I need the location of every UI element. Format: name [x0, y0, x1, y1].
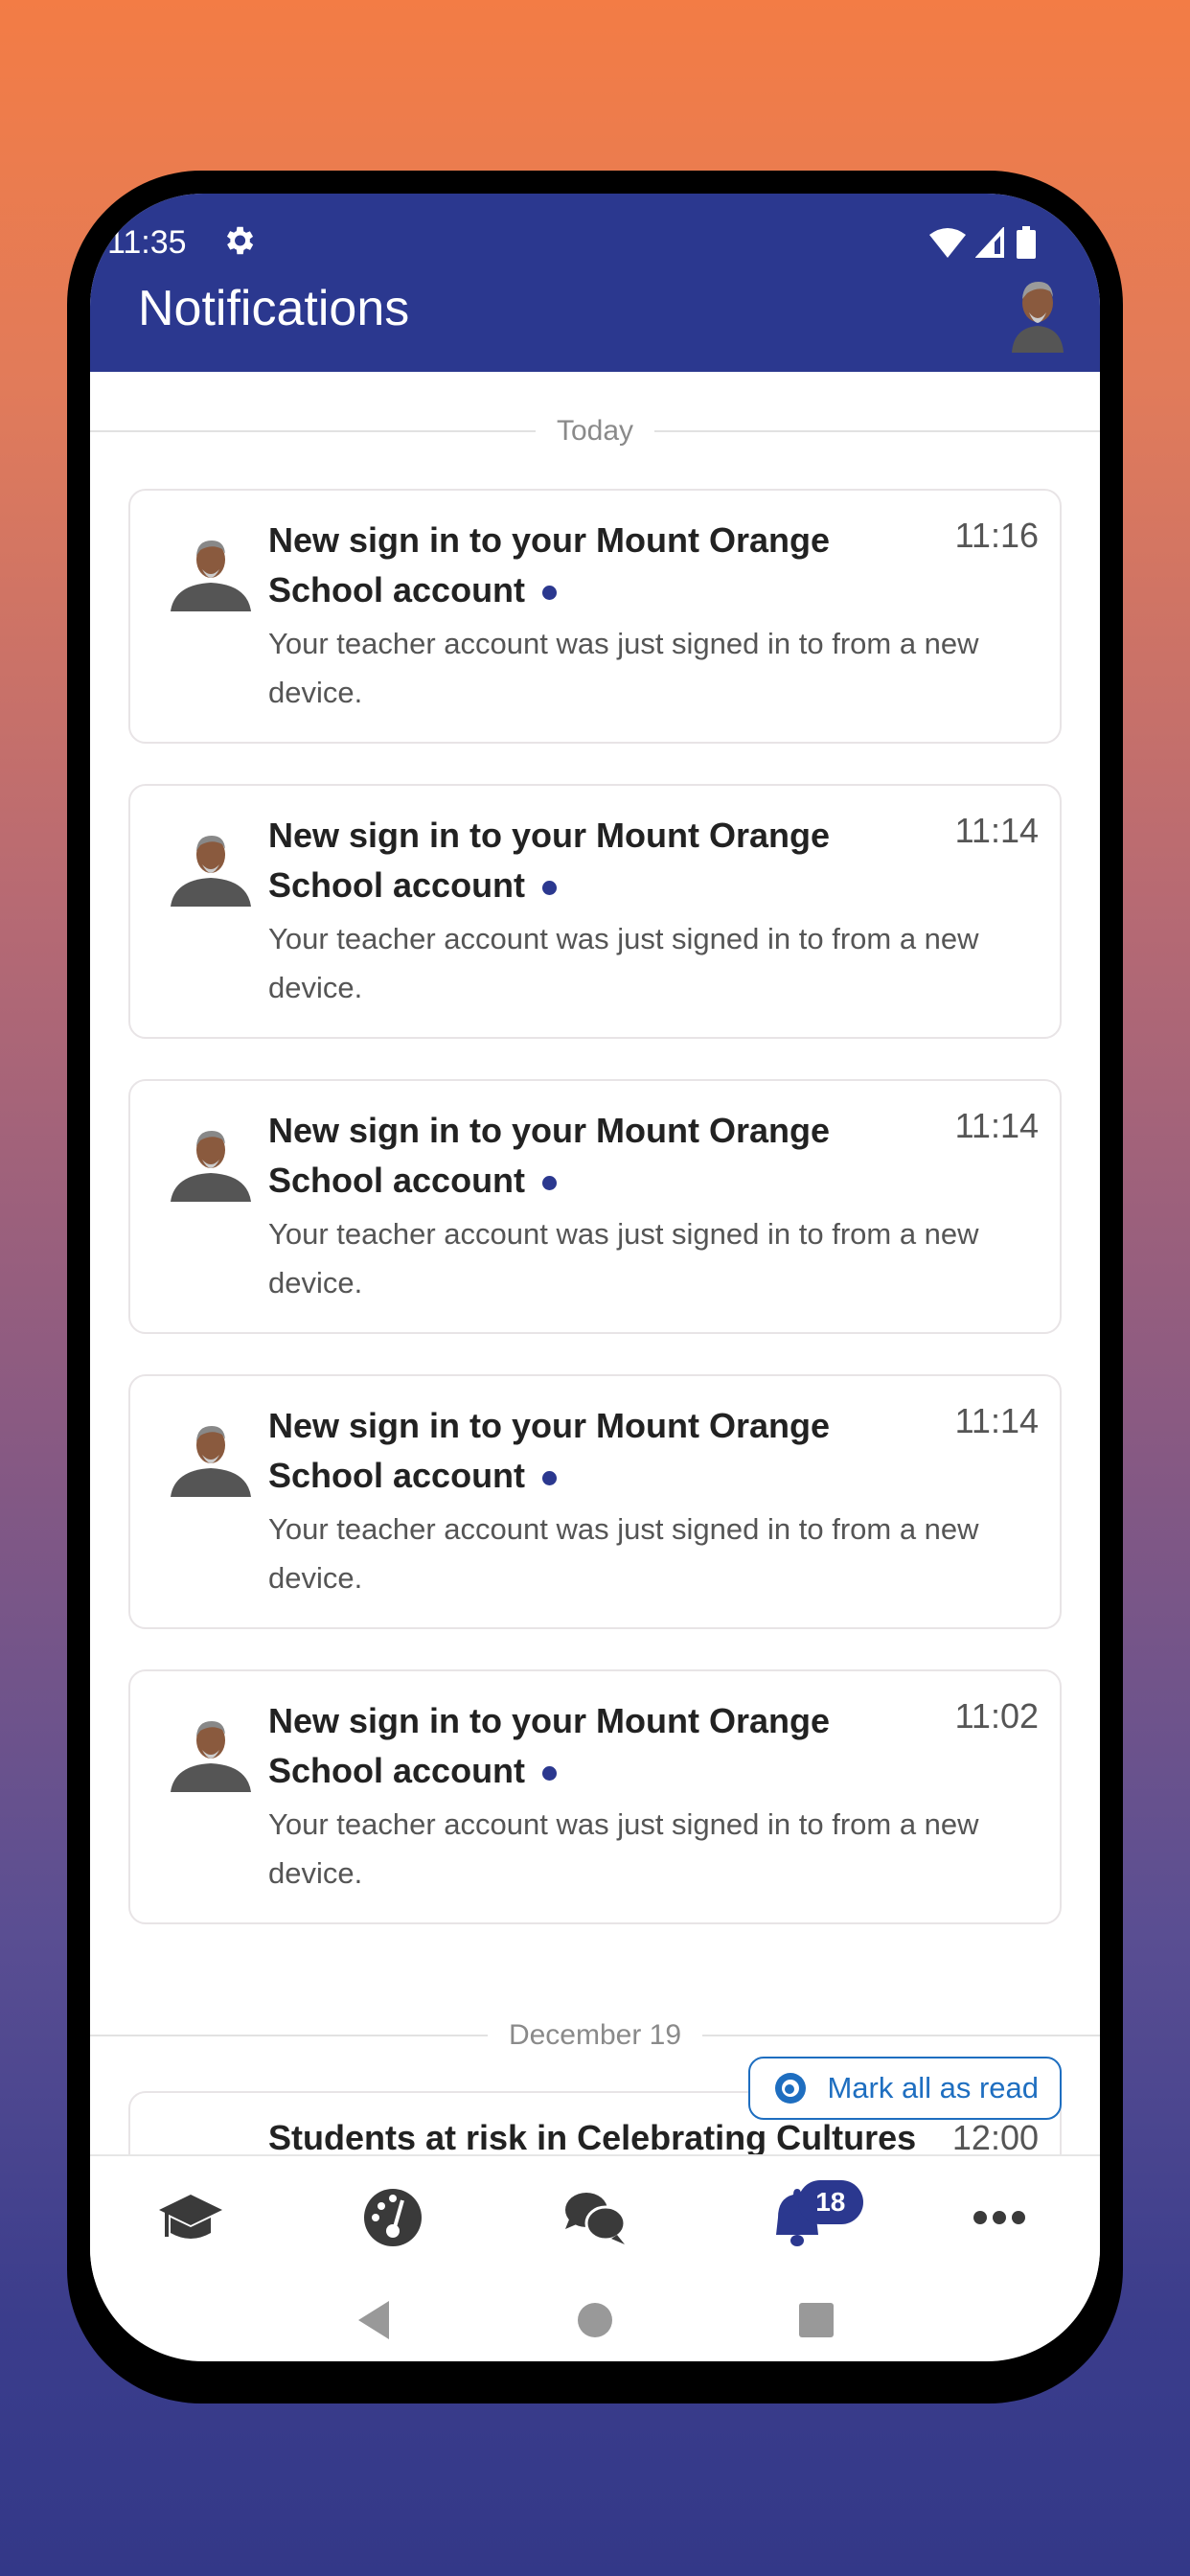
unread-dot	[542, 585, 558, 600]
mark-all-label: Mark all as read	[827, 2071, 1039, 2104]
graduation-cap-icon	[159, 2195, 223, 2239]
notification-card[interactable]: New sign in to your Mount Orange School …	[128, 1374, 1062, 1629]
unread-dot	[542, 1175, 558, 1190]
tab-more[interactable]	[956, 2174, 1042, 2261]
status-icons	[929, 226, 1037, 259]
sender-avatar	[171, 540, 251, 611]
signal-icon	[975, 227, 1004, 258]
status-time: 11:35	[107, 224, 187, 261]
tab-messages[interactable]	[552, 2174, 638, 2261]
unread-dot	[542, 1765, 558, 1781]
user-avatar[interactable]	[1004, 274, 1071, 353]
section-label: Today	[556, 415, 634, 447]
chat-bubbles-icon	[564, 2193, 627, 2244]
gear-icon	[226, 226, 254, 255]
notification-time: 12:00	[951, 2118, 1039, 2154]
notification-title: New sign in to your Mount Orange School …	[268, 1701, 831, 1790]
notification-card[interactable]: New sign in to your Mount Orange School …	[128, 784, 1062, 1039]
back-button[interactable]	[355, 2299, 393, 2341]
notification-body: Your teacher account was just signed in …	[268, 1512, 979, 1595]
notification-card[interactable]: New sign in to your Mount Orange School …	[128, 1669, 1062, 1924]
notification-time: 11:14	[954, 1401, 1039, 1440]
phone-frame: 11:35 Notifications Today New sign in to…	[67, 171, 1123, 2404]
wifi-icon	[929, 228, 966, 258]
notification-title: New sign in to your Mount Orange School …	[268, 1406, 831, 1495]
notifications-list[interactable]: Today New sign in to your Mount Orange S…	[90, 372, 1100, 2154]
section-divider-today: Today	[90, 412, 1100, 450]
notification-title: New sign in to your Mount Orange School …	[268, 816, 831, 905]
tab-my-courses[interactable]	[148, 2174, 234, 2261]
tab-notifications[interactable]: 18	[754, 2174, 863, 2261]
app-bar: 11:35 Notifications	[90, 194, 1100, 372]
status-bar: 11:35	[90, 194, 1100, 270]
notification-title: New sign in to your Mount Orange School …	[268, 520, 831, 610]
notification-time: 11:02	[954, 1696, 1039, 1736]
recents-button[interactable]	[797, 2301, 835, 2339]
unread-dot	[542, 1470, 558, 1485]
battery-icon	[1017, 226, 1036, 259]
notification-body: Your teacher account was just signed in …	[268, 1807, 979, 1890]
section-label: December 19	[508, 2019, 682, 2051]
notification-card[interactable]: New sign in to your Mount Orange School …	[128, 489, 1062, 744]
sender-avatar	[171, 1131, 251, 1202]
notification-body: Your teacher account was just signed in …	[268, 627, 979, 709]
mark-all-as-read-button[interactable]: Mark all as read	[748, 2057, 1062, 2120]
notification-card[interactable]: New sign in to your Mount Orange School …	[128, 1079, 1062, 1334]
sender-avatar	[171, 836, 251, 907]
notification-body: Your teacher account was just signed in …	[268, 1217, 979, 1300]
notification-time: 11:14	[954, 811, 1039, 850]
page-title: Notifications	[138, 281, 410, 336]
notification-time: 11:14	[954, 1106, 1039, 1145]
bottom-tab-bar: 18	[90, 2154, 1100, 2279]
home-button[interactable]	[576, 2301, 614, 2339]
dashboard-gauge-icon	[364, 2189, 423, 2246]
system-nav-bar	[90, 2279, 1100, 2361]
screen: 11:35 Notifications Today New sign in to…	[90, 194, 1100, 2361]
sender-avatar	[171, 1721, 251, 1792]
unread-dot	[542, 880, 558, 895]
notification-count-badge: 18	[797, 2180, 863, 2224]
notification-body: Your teacher account was just signed in …	[268, 922, 979, 1004]
sender-avatar	[171, 1426, 251, 1497]
notification-title: Students at risk in Celebrating Cultures	[268, 2118, 917, 2154]
tab-dashboard[interactable]	[350, 2174, 436, 2261]
section-divider-december-19: December 19	[90, 2016, 1100, 2055]
eye-icon	[775, 2073, 807, 2104]
notification-title: New sign in to your Mount Orange School …	[268, 1111, 831, 1200]
notification-time: 11:16	[954, 516, 1039, 555]
more-dots-icon	[973, 2211, 1025, 2224]
